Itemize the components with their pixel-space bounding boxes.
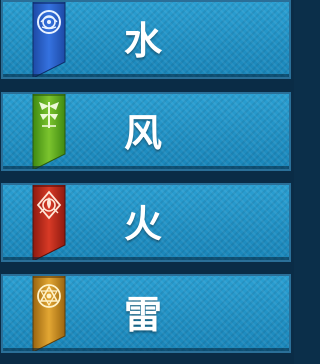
element-label-wind: 风: [123, 111, 162, 155]
element-label-thunder: 雷: [123, 293, 162, 337]
thunder-banner: [31, 276, 67, 351]
element-row-thunder[interactable]: 雷: [1, 274, 291, 353]
wind-banner: [31, 94, 67, 169]
element-row-wind[interactable]: 风: [1, 92, 291, 171]
fire-banner: [31, 185, 67, 260]
element-row-fire[interactable]: 火: [1, 183, 291, 262]
water-banner: [31, 2, 67, 77]
element-label-water: 水: [123, 19, 162, 63]
element-row-water[interactable]: 水: [1, 0, 291, 79]
element-list: 水 风 火 雷: [0, 0, 294, 364]
element-label-fire: 火: [123, 202, 162, 246]
